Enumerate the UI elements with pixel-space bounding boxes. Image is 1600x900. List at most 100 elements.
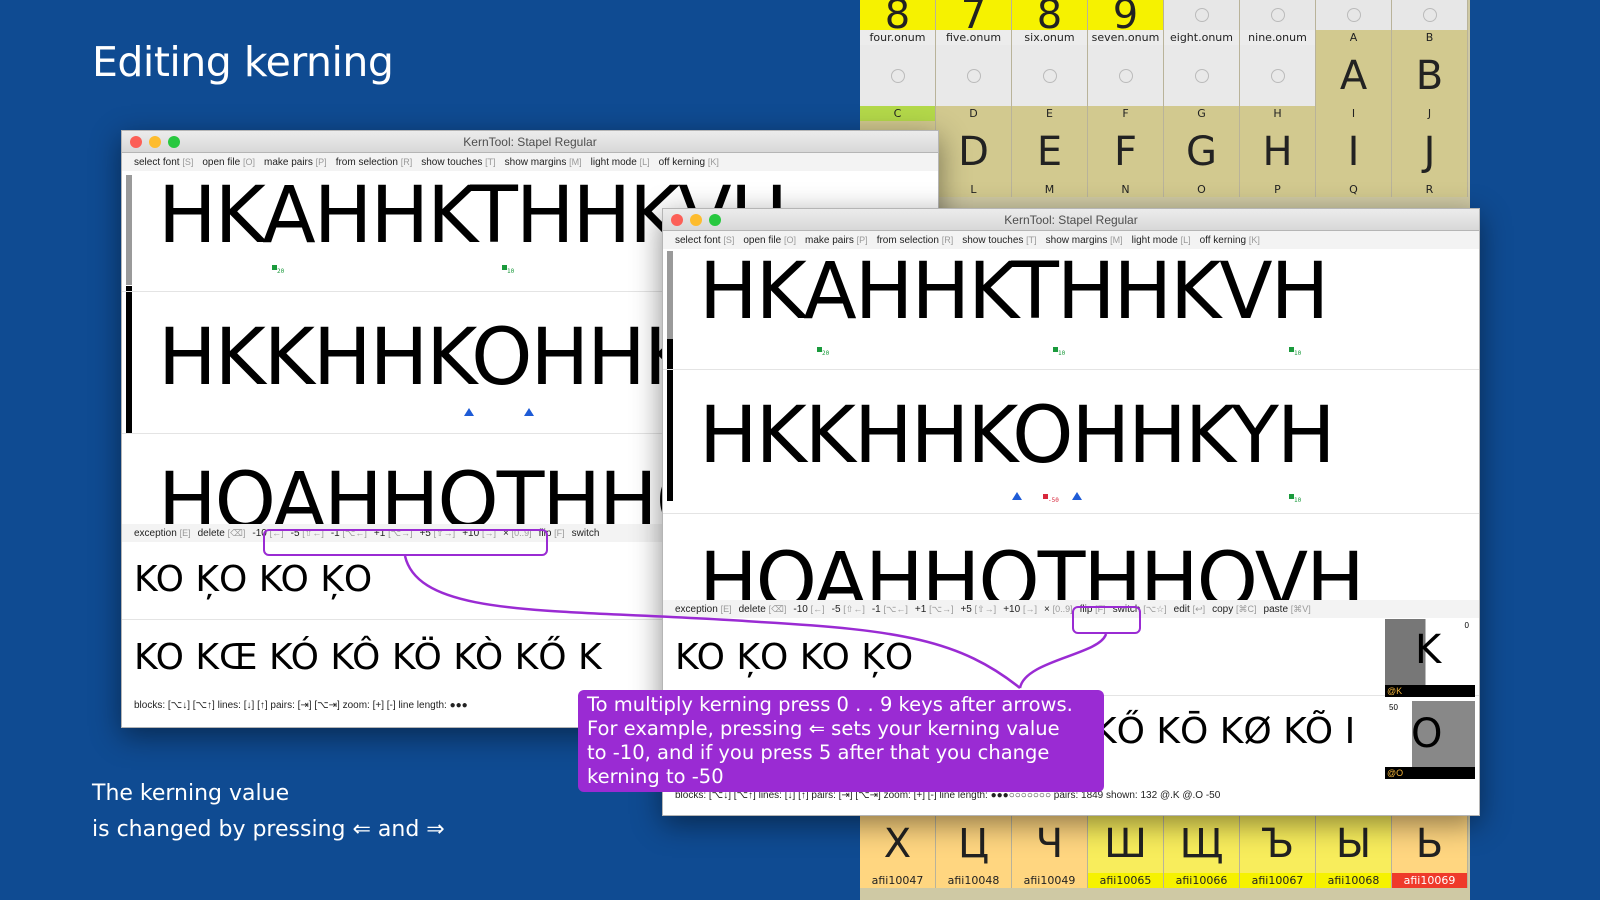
- active-line-indicator: [667, 339, 673, 501]
- menu-item[interactable]: open file [O]: [202, 157, 255, 168]
- minimize-button[interactable]: [690, 214, 702, 226]
- glyph-row-cyrillic: ХЦЧШЩЪЫЬ: [860, 814, 1468, 873]
- menu-item[interactable]: off kerning [K]: [1200, 235, 1260, 246]
- toolbar-item[interactable]: switch: [572, 528, 600, 539]
- glyph-name-label: E: [1012, 106, 1088, 121]
- scroll-indicator[interactable]: [667, 251, 673, 339]
- glyph-cell[interactable]: Ч: [1012, 814, 1088, 873]
- glyph-cell[interactable]: 8: [860, 0, 936, 38]
- window-titlebar[interactable]: KernTool: Stapel Regular: [122, 131, 938, 153]
- kern-marker[interactable]: 10: [502, 265, 514, 275]
- empty-glyph-icon: [966, 68, 981, 83]
- kern-marker[interactable]: 10: [1053, 347, 1065, 357]
- menu-item[interactable]: make pairs [P]: [264, 157, 327, 168]
- glyph-cell[interactable]: G: [1164, 121, 1240, 182]
- slide-caption: The kerning value is changed by pressing…: [92, 776, 445, 848]
- glyph-cell[interactable]: [1316, 0, 1392, 30]
- window-titlebar[interactable]: KernTool: Stapel Regular: [663, 209, 1479, 231]
- glyph-cell[interactable]: [1392, 0, 1468, 30]
- toolbar-item[interactable]: +1 [⌥→]: [915, 604, 954, 615]
- menu-item[interactable]: from selection [R]: [336, 157, 413, 168]
- zoom-button[interactable]: [709, 214, 721, 226]
- toolbar-item[interactable]: delete [⌫]: [739, 604, 787, 615]
- glyph-cell[interactable]: [1240, 45, 1316, 106]
- menu-item[interactable]: show touches [T]: [962, 235, 1036, 246]
- glyph-cell[interactable]: Ы: [1316, 814, 1392, 873]
- glyph-cell[interactable]: Ш: [1088, 814, 1164, 873]
- glyph-cell[interactable]: D: [936, 121, 1012, 182]
- toolbar-item[interactable]: -10 [←]: [793, 604, 824, 615]
- menu-item[interactable]: select font [S]: [675, 235, 734, 246]
- kern-line-3[interactable]: HOAHHOTHHOVH: [699, 537, 1363, 601]
- glyph-cell[interactable]: F: [1088, 121, 1164, 182]
- menu-item[interactable]: off kerning [K]: [659, 157, 719, 168]
- menu-item[interactable]: open file [O]: [743, 235, 796, 246]
- glyph-cell[interactable]: Х: [860, 814, 936, 873]
- glyph-cell[interactable]: [1240, 0, 1316, 30]
- kern-marker[interactable]: 20: [272, 265, 284, 275]
- toolbar-item[interactable]: × [0..9]: [1044, 604, 1073, 615]
- glyph-cell[interactable]: [1012, 45, 1088, 106]
- menu-item[interactable]: show touches [T]: [421, 157, 495, 168]
- menu-item[interactable]: show margins [M]: [1046, 235, 1123, 246]
- kern-marker-selected[interactable]: -50: [1043, 494, 1059, 504]
- glyph-cell[interactable]: [1088, 45, 1164, 106]
- zoom-button[interactable]: [168, 136, 180, 148]
- menu-item[interactable]: from selection [R]: [877, 235, 954, 246]
- toolbar-item[interactable]: +10 [→]: [1003, 604, 1037, 615]
- glyph-cell[interactable]: A: [1316, 45, 1392, 106]
- scroll-indicator[interactable]: [126, 175, 132, 285]
- glyph-cell[interactable]: 8: [1012, 0, 1088, 38]
- toolbar-item[interactable]: +5 [⇧→]: [960, 604, 996, 615]
- kern-marker[interactable]: 10: [1289, 347, 1301, 357]
- menu-item[interactable]: light mode [L]: [1132, 235, 1191, 246]
- toolbar-item[interactable]: -1 [⌥←]: [872, 604, 908, 615]
- glyph-cell[interactable]: Ь: [1392, 814, 1468, 873]
- glyph-row-1: AB: [860, 45, 1468, 106]
- glyph-cell[interactable]: I: [1316, 121, 1392, 182]
- glyph-name-label: J: [1392, 106, 1468, 121]
- glyph-cell[interactable]: [1164, 0, 1240, 30]
- touch-marker: [1072, 492, 1082, 500]
- menu-item[interactable]: make pairs [P]: [805, 235, 868, 246]
- glyph-cell[interactable]: [1164, 45, 1240, 106]
- glyph-name-label: N: [1088, 182, 1164, 197]
- glyph-cell[interactable]: Щ: [1164, 814, 1240, 873]
- glyph-cell[interactable]: Ъ: [1240, 814, 1316, 873]
- toolbar-item[interactable]: -5 [⇧←]: [832, 604, 865, 615]
- close-button[interactable]: [130, 136, 142, 148]
- menu-item[interactable]: light mode [L]: [591, 157, 650, 168]
- menu-item[interactable]: show margins [M]: [505, 157, 582, 168]
- glyph-cell[interactable]: H: [1240, 121, 1316, 182]
- minimize-button[interactable]: [149, 136, 161, 148]
- glyph-name-label: nine.onum: [1240, 30, 1316, 45]
- kern-line-1[interactable]: HKAHHKTHHKVH: [699, 247, 1329, 337]
- glyph-cell[interactable]: Ц: [936, 814, 1012, 873]
- glyph-cell[interactable]: 7: [936, 0, 1012, 38]
- glyph-name-label: four.onum: [860, 30, 936, 45]
- toolbar-item[interactable]: edit [↩]: [1174, 604, 1205, 615]
- kern-marker[interactable]: 10: [1289, 494, 1301, 504]
- glyph-cell[interactable]: E: [1012, 121, 1088, 182]
- glyph-row-2-labels: KLMNOPQR: [860, 182, 1468, 197]
- empty-glyph-icon: [1422, 8, 1437, 22]
- close-button[interactable]: [671, 214, 683, 226]
- glyph-cell[interactable]: B: [1392, 45, 1468, 106]
- toolbar-item[interactable]: exception [E]: [675, 604, 732, 615]
- toolbar-item[interactable]: delete [⌫]: [198, 528, 246, 539]
- glyph-preview-o[interactable]: O 50 @O: [1385, 701, 1475, 779]
- glyph-cell[interactable]: [936, 45, 1012, 106]
- glyph-preview-k[interactable]: K 0 @K: [1385, 619, 1475, 697]
- glyph-name-label: afii10048: [936, 873, 1012, 888]
- menu-item[interactable]: select font [S]: [134, 157, 193, 168]
- glyph-name-label: afii10068: [1316, 873, 1392, 888]
- touch-marker: [464, 408, 474, 416]
- toolbar-item[interactable]: copy [⌘C]: [1212, 604, 1256, 615]
- glyph-cell[interactable]: J: [1392, 121, 1468, 182]
- kern-line-2[interactable]: HKKHHKOHHKYH: [699, 391, 1336, 481]
- kern-marker[interactable]: 20: [817, 347, 829, 357]
- glyph-cell[interactable]: 9: [1088, 0, 1164, 38]
- glyph-cell[interactable]: [860, 45, 936, 106]
- toolbar-item[interactable]: exception [E]: [134, 528, 191, 539]
- toolbar-item[interactable]: paste [⌘V]: [1264, 604, 1311, 615]
